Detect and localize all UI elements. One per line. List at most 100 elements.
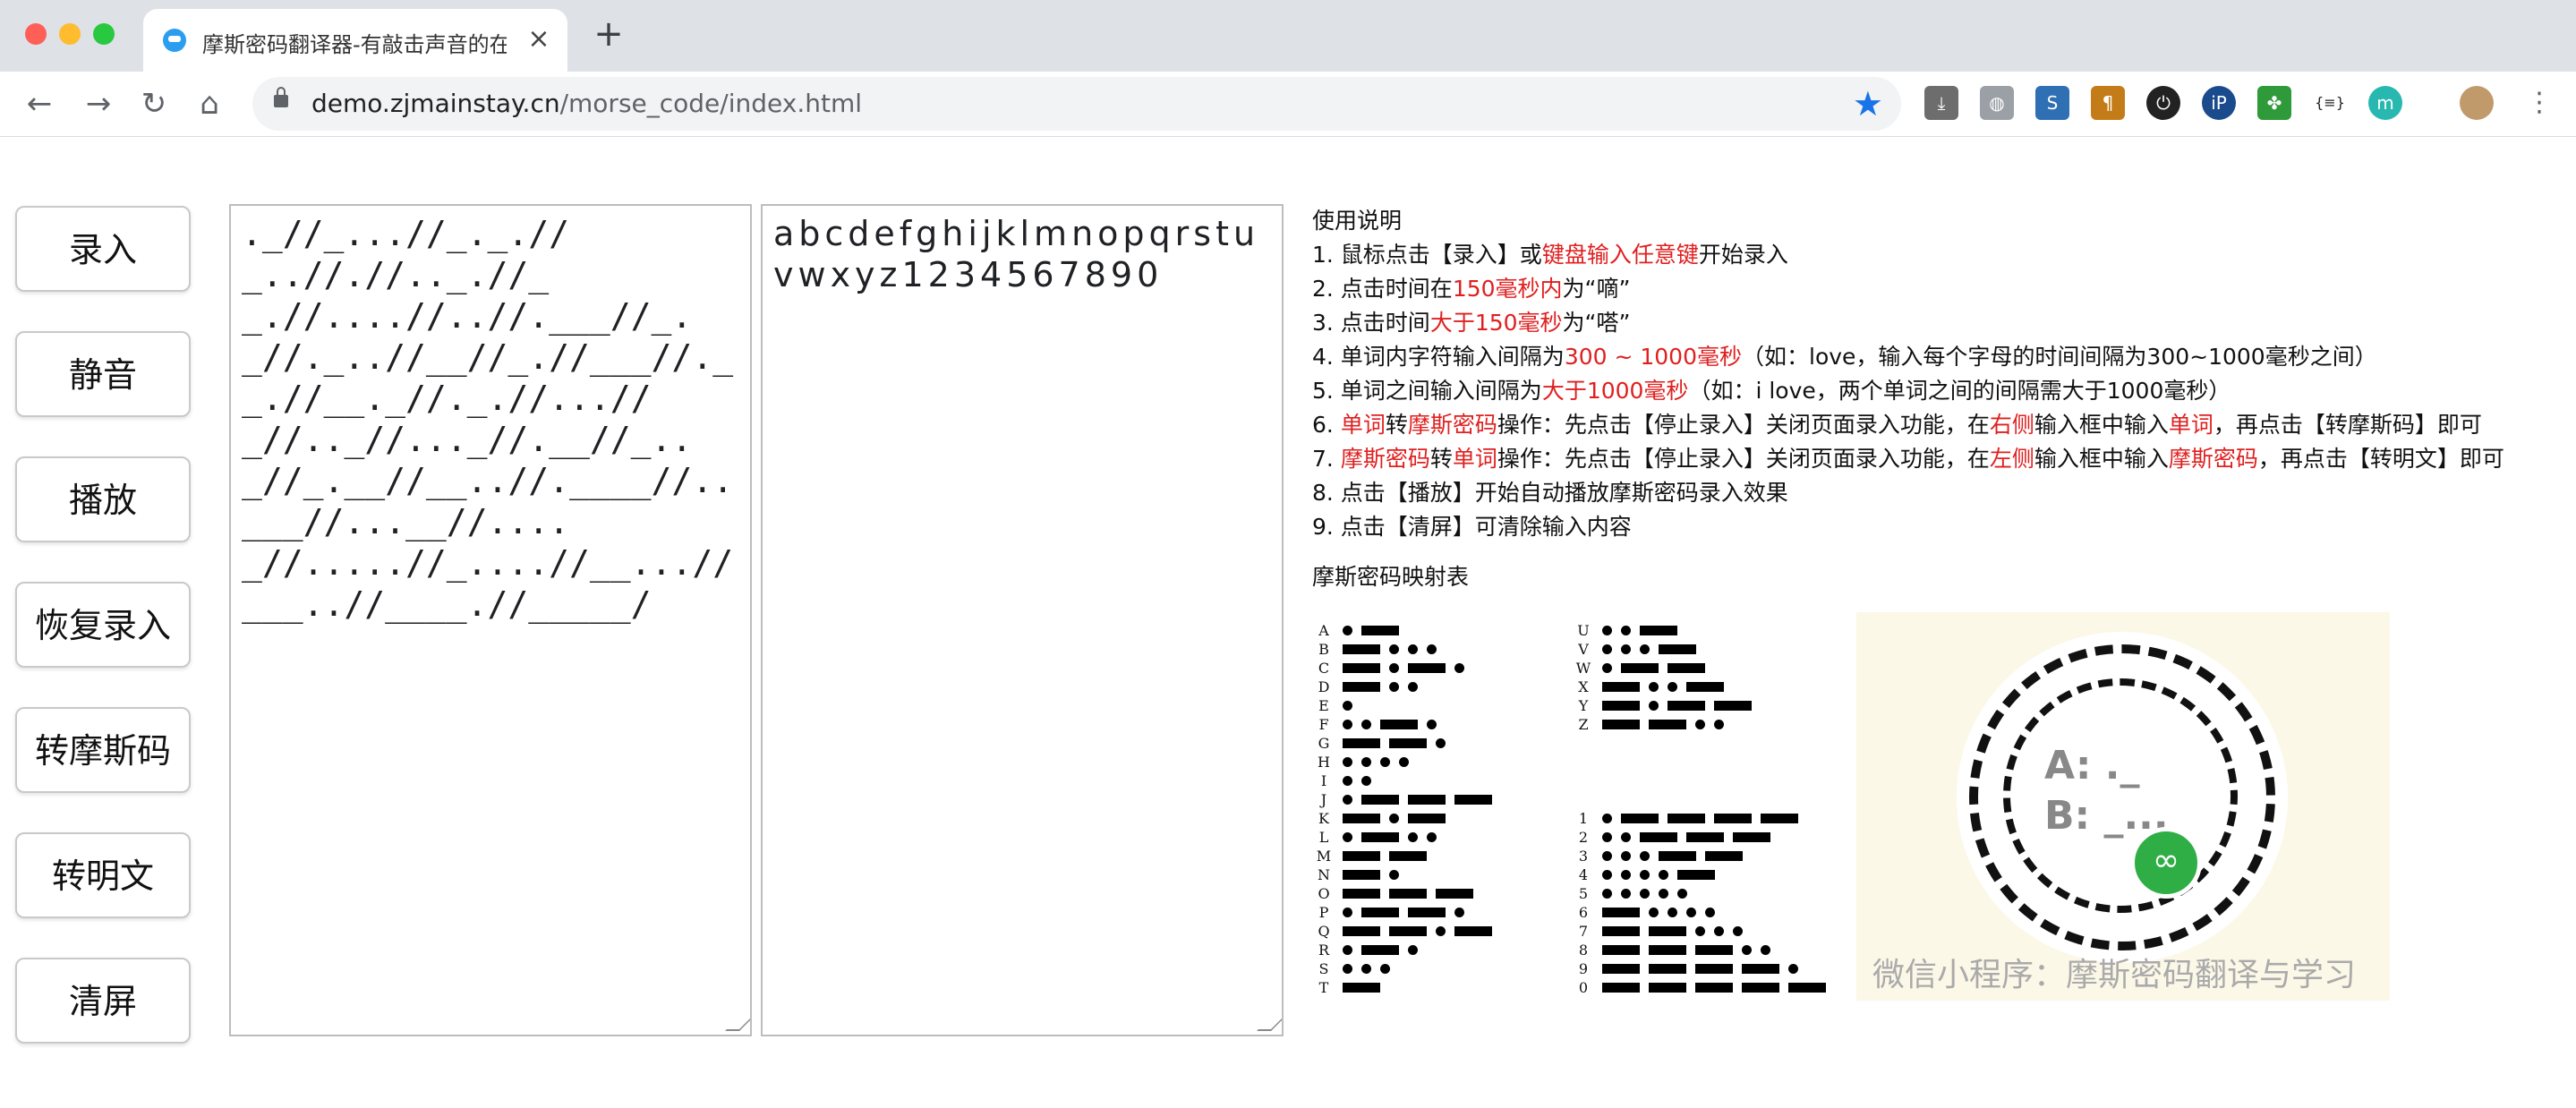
minimize-window-button[interactable] [59,23,81,45]
morse-map-char: 3 [1578,848,1589,865]
morse-dot [1408,682,1418,692]
instruction-text: 8. 点击【播放】开始自动播放摩斯密码录入效果 [1312,480,1788,506]
morse-map-char: O [1318,885,1330,902]
morse-map-char: 6 [1578,904,1589,921]
morse-dot [1640,870,1650,880]
morse-dot [1714,720,1724,729]
url-text[interactable]: demo.zjmainstay.cn/morse_code/index.html [311,88,862,120]
morse-map-row: D [1314,678,1501,696]
instruction-text: 为“嘀” [1562,276,1631,302]
record-button[interactable]: 录入 [15,206,191,292]
pilcrow-icon[interactable]: ¶ [2091,86,2125,120]
morse-dot [1668,682,1677,692]
morse-map-char: A [1318,622,1329,639]
instruction-text: 1. 鼠标点击【录入】或 [1312,242,1542,268]
browser-menu-icon[interactable]: ⋮ [2522,86,2556,120]
close-window-button[interactable] [25,23,47,45]
morse-dot [1602,889,1612,899]
morse-dash [1343,682,1380,692]
morse-map-row: 6 [1574,903,1835,922]
bookmark-star-icon[interactable]: ★ [1853,84,1883,124]
instruction-text: （如：i love，两个单词之间的间隔需大于1000毫秒） [1688,378,2231,404]
morse-map-char: U [1577,622,1590,639]
browser-toolbar: ← → ↻ ⌂ demo.zjmainstay.cn/morse_code/in… [0,72,2576,137]
m-icon[interactable]: m [2368,86,2402,120]
plain-text-textarea[interactable]: abcdefghijklmnopqrstuvwxyz1234567890 [761,204,1284,1036]
morse-map-char: R [1318,942,1330,959]
morse-dot [1602,663,1612,673]
morse-dash [1733,832,1770,842]
clover-icon[interactable]: ✤ [2257,86,2291,120]
morse-dash [1408,795,1446,805]
forward-button[interactable]: → [79,84,118,124]
morse-dash [1742,983,1779,993]
reload-button[interactable]: ↻ [134,84,174,124]
morse-map-char: N [1318,866,1330,883]
maximize-window-button[interactable] [93,23,115,45]
morse-dash [1668,814,1705,823]
home-button[interactable]: ⌂ [190,84,229,124]
browser-tab-active[interactable]: 摩斯密码翻译器-有敲击声音的在线摩斯 × [143,9,567,72]
browser-tab-strip: 摩斯密码翻译器-有敲击声音的在线摩斯 × + [0,0,2576,72]
morse-dash [1361,945,1399,955]
morse-map-row: A [1314,621,1501,640]
instruction-text: 7. [1312,446,1341,472]
instruction-line: 4. 单词内字符输入间隔为300 ~ 1000毫秒（如：love，输入每个字母的… [1312,340,2565,374]
morse-map-char: 4 [1578,866,1589,883]
morse-dot [1695,926,1705,936]
morse-map-char: P [1318,904,1329,921]
morse-dash [1714,814,1752,823]
mute-button[interactable]: 静音 [15,331,191,417]
resize-handle-icon[interactable] [1257,1017,1282,1031]
morse-map-row: 9 [1574,959,1835,978]
morse-dot [1343,908,1352,917]
instruction-text: ，再点击【转明文】即可 [2257,446,2504,472]
morse-dash [1602,964,1640,974]
morse-dash [1761,814,1798,823]
morse-map-char: Z [1578,716,1589,733]
to-morse-button[interactable]: 转摩斯码 [15,707,191,793]
new-tab-button[interactable]: + [591,16,627,52]
profile-avatar[interactable] [2460,86,2494,120]
ip-icon[interactable]: iP [2202,86,2236,120]
play-button[interactable]: 播放 [15,456,191,542]
tab-close-icon[interactable]: × [523,21,555,57]
morse-map-char: 7 [1578,923,1589,940]
globe-icon[interactable]: ◍ [1980,86,2014,120]
morse-dash [1408,663,1446,673]
morse-map-char: M [1316,848,1332,865]
morse-map-row: W [1574,659,1761,678]
to-text-button[interactable]: 转明文 [15,832,191,918]
instruction-text: 6. [1312,412,1341,438]
morse-map-row: Q [1314,922,1501,941]
morse-dash [1649,964,1686,974]
json-icon[interactable]: {≡} [2313,86,2347,120]
instruction-text: 输入框中输入 [2034,412,2169,438]
address-bar[interactable]: demo.zjmainstay.cn/morse_code/index.html… [252,77,1901,131]
back-button[interactable]: ← [20,84,59,124]
clear-button[interactable]: 清屏 [15,958,191,1044]
instruction-line: 2. 点击时间在150毫秒内为“嘀” [1312,272,2565,306]
morse-map-row: 3 [1574,847,1835,865]
morse-dot [1427,644,1437,654]
instruction-text: 操作：先点击【停止录入】关闭页面录入功能，在 [1497,412,1990,438]
morse-code-textarea[interactable]: ._//_...//_._.//_..//.//.._.//__.//..../… [229,204,752,1036]
resume-record-button[interactable]: 恢复录入 [15,582,191,668]
highlight-text: 右侧 [1989,412,2034,438]
resize-handle-icon[interactable] [725,1017,750,1031]
morse-map-char: 5 [1578,885,1589,902]
s-icon[interactable]: S [2035,86,2069,120]
morse-map-row: C [1314,659,1501,678]
morse-dot [1343,964,1352,974]
morse-dot [1361,776,1371,786]
morse-map-title: 摩斯密码映射表 [1312,564,1470,590]
plain-text: abcdefghijklmnopqrstuvwxyz1234567890 [773,214,1260,294]
morse-dot [1380,757,1390,767]
download-icon[interactable]: ⤓ [1924,86,1958,120]
morse-dash [1705,851,1743,861]
power-icon[interactable]: ⏻ [2146,86,2180,120]
morse-map-char: Q [1318,923,1330,940]
morse-map-row: H [1314,753,1501,771]
instruction-line: 1. 鼠标点击【录入】或键盘输入任意键开始录入 [1312,238,2565,272]
morse-map-row: 4 [1574,865,1835,884]
